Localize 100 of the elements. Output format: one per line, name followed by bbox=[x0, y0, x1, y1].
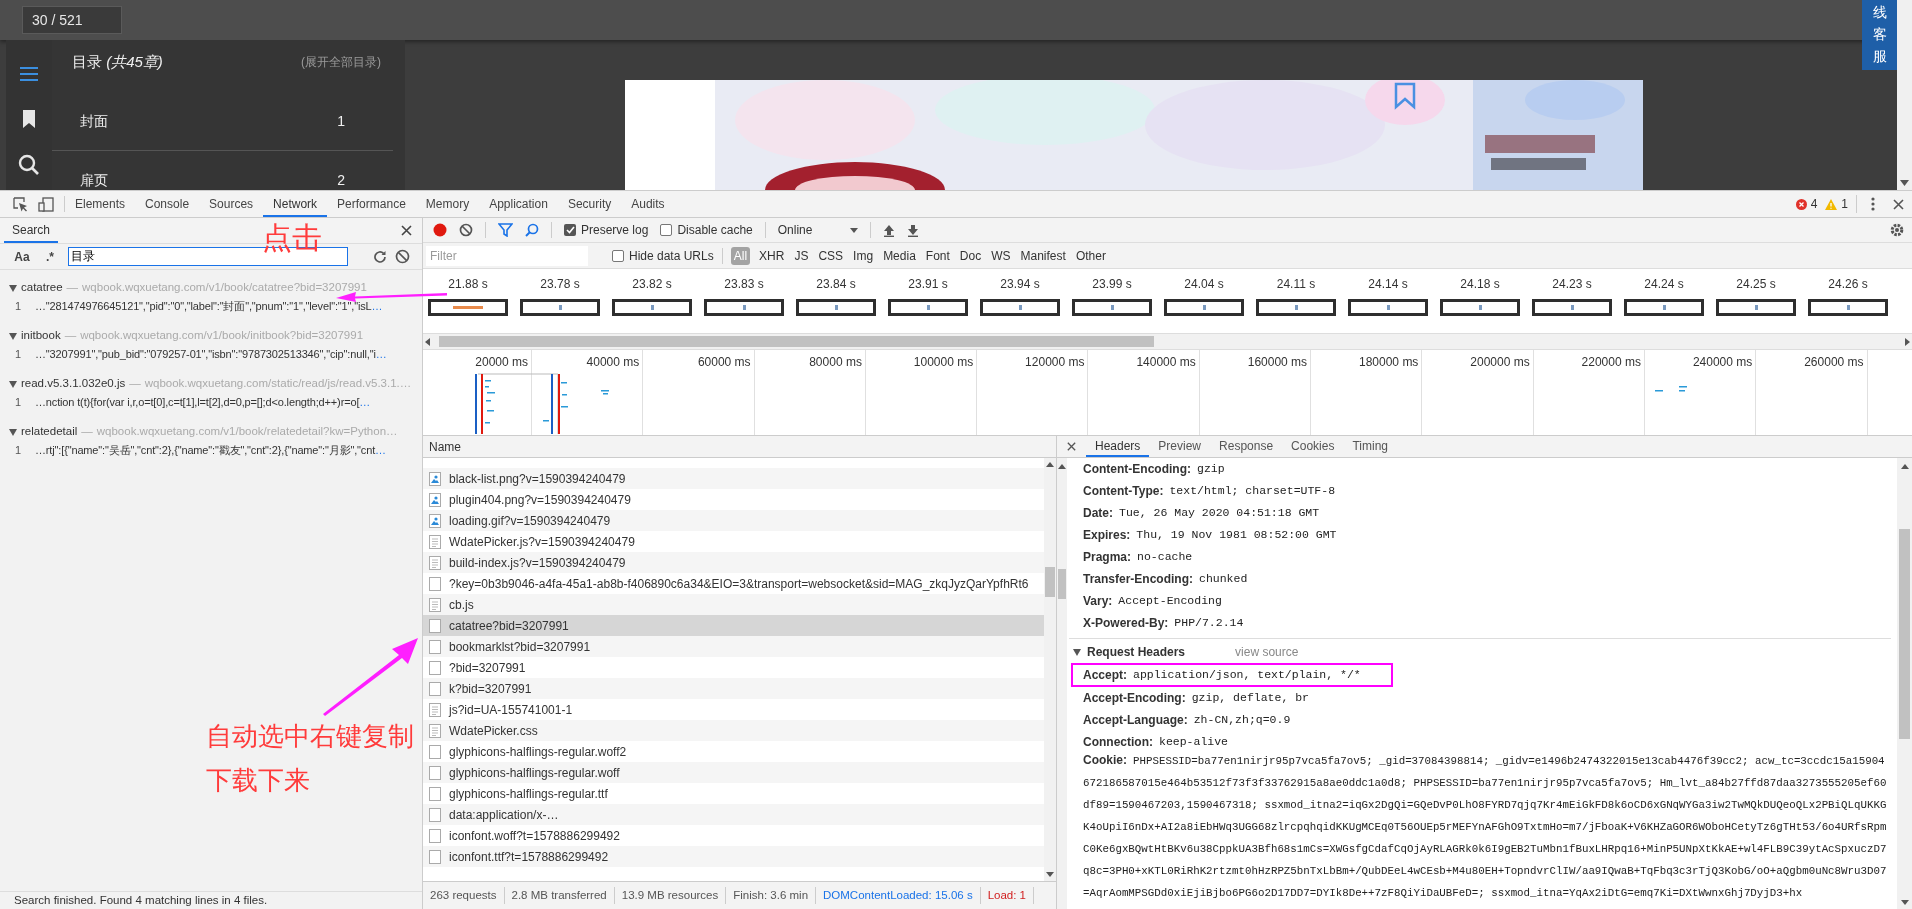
chapter-title[interactable]: 封面 bbox=[80, 110, 108, 132]
type-filter-tab[interactable]: JS bbox=[793, 246, 810, 265]
frame-thumbnail[interactable] bbox=[520, 299, 600, 316]
expand-triangle-icon[interactable] bbox=[9, 284, 17, 292]
frame-thumbnail[interactable] bbox=[1348, 299, 1428, 316]
devtools-tab[interactable]: Performance bbox=[327, 191, 416, 217]
more-link[interactable]: … bbox=[359, 393, 371, 411]
devtools-tab[interactable]: Security bbox=[557, 191, 622, 217]
type-filter-tab[interactable]: Doc bbox=[958, 246, 983, 265]
clear-icon[interactable] bbox=[395, 249, 410, 264]
frame-thumbnail[interactable] bbox=[428, 299, 508, 316]
type-filter-tab[interactable]: XHR bbox=[758, 246, 786, 265]
frame-thumbnail[interactable] bbox=[1808, 299, 1888, 316]
filter-field[interactable]: Filter bbox=[426, 245, 588, 266]
details-tab[interactable]: Preview bbox=[1149, 436, 1211, 457]
devtools-tab[interactable]: Elements bbox=[65, 191, 136, 217]
inspect-icon[interactable] bbox=[13, 196, 28, 212]
filter-icon[interactable] bbox=[498, 223, 513, 237]
type-filter-tab[interactable]: WS bbox=[990, 246, 1012, 265]
request-row[interactable]: data:application/x-… bbox=[423, 804, 1044, 825]
settings-icon[interactable] bbox=[1890, 223, 1904, 237]
match-line[interactable]: …rtj":[{"name":"吴岳","cnt":2},{"name":"戳友","cnt":2},{"name":"月影","cnt bbox=[35, 441, 376, 459]
request-row[interactable]: catatree?bid=3207991 bbox=[423, 615, 1044, 636]
request-row[interactable]: glyphicons-halflings-regular.woff bbox=[423, 762, 1044, 783]
column-header[interactable]: Name bbox=[429, 437, 461, 456]
scroll-down-icon[interactable] bbox=[1900, 180, 1909, 186]
expand-triangle-icon[interactable] bbox=[9, 380, 17, 388]
scroll-down-icon[interactable] bbox=[1046, 872, 1054, 877]
devtools-tab[interactable]: Audits bbox=[621, 191, 675, 217]
search-icon[interactable] bbox=[18, 154, 40, 176]
type-filter-tab[interactable]: Other bbox=[1074, 246, 1107, 265]
type-filter-tab[interactable]: Img bbox=[852, 246, 875, 265]
devtools-tab[interactable]: Sources bbox=[199, 191, 264, 217]
frame-thumbnail[interactable] bbox=[1624, 299, 1704, 316]
close-icon[interactable] bbox=[1893, 198, 1904, 210]
frame-thumbnail[interactable] bbox=[888, 299, 968, 316]
customer-service-tab[interactable]: 线客服 bbox=[1862, 0, 1897, 70]
type-filter-tab[interactable]: CSS bbox=[817, 246, 845, 265]
preserve-log-checkbox[interactable]: Preserve log bbox=[564, 221, 649, 239]
close-icon[interactable] bbox=[1067, 442, 1076, 451]
type-filter-tab[interactable]: Manifest bbox=[1019, 246, 1067, 265]
section-title[interactable]: Request Headers bbox=[1087, 643, 1186, 661]
more-link[interactable]: … bbox=[375, 441, 386, 459]
frame-thumbnail[interactable] bbox=[1532, 299, 1612, 316]
request-row[interactable]: build-index.js?v=1590394240479 bbox=[423, 552, 1044, 573]
chapter-title[interactable]: 扉页 bbox=[80, 169, 108, 190]
export-icon[interactable] bbox=[907, 223, 920, 237]
request-row[interactable]: black-list.png?v=1590394240479 bbox=[423, 468, 1044, 489]
regex-toggle[interactable]: .* bbox=[40, 247, 60, 266]
frame-thumbnail[interactable] bbox=[704, 299, 784, 316]
type-filter-tab[interactable]: Media bbox=[882, 246, 917, 265]
match-case-toggle[interactable]: Aa bbox=[12, 247, 32, 266]
warning-count[interactable]: 1 bbox=[1841, 195, 1857, 213]
menu-icon[interactable] bbox=[18, 64, 40, 84]
record-icon[interactable] bbox=[433, 223, 447, 237]
expand-triangle-icon[interactable] bbox=[9, 332, 17, 340]
throttling-dropdown[interactable]: Online bbox=[777, 221, 859, 239]
details-tab[interactable]: Headers bbox=[1086, 436, 1150, 457]
view-source-link[interactable]: view source bbox=[1235, 643, 1299, 661]
scrollbar-thumb[interactable] bbox=[1058, 569, 1066, 599]
frame-thumbnail[interactable] bbox=[612, 299, 692, 316]
scroll-right-icon[interactable] bbox=[1902, 337, 1912, 346]
scroll-down-icon[interactable] bbox=[1900, 900, 1909, 905]
frame-thumbnail[interactable] bbox=[1256, 299, 1336, 316]
details-tab[interactable]: Cookies bbox=[1282, 436, 1344, 457]
checkbox[interactable] bbox=[564, 224, 576, 236]
match-line[interactable]: …"281474976645121","pid":"0","label":"封面","pnum":"1","level":"1","isL bbox=[35, 297, 372, 315]
expand-triangle-icon[interactable] bbox=[9, 428, 17, 436]
request-row[interactable]: loading.gif?v=1590394240479 bbox=[423, 510, 1044, 531]
frame-thumbnail[interactable] bbox=[1440, 299, 1520, 316]
scrollbar-thumb[interactable] bbox=[439, 336, 1154, 347]
refresh-icon[interactable] bbox=[373, 249, 387, 264]
scroll-left-icon[interactable] bbox=[423, 337, 433, 346]
import-icon[interactable] bbox=[883, 223, 896, 237]
more-link[interactable]: … bbox=[375, 345, 387, 363]
disable-cache-checkbox[interactable]: Disable cache bbox=[660, 221, 753, 239]
more-menu-icon[interactable] bbox=[1871, 197, 1875, 211]
details-tab[interactable]: Response bbox=[1210, 436, 1283, 457]
scrollbar-thumb[interactable] bbox=[1899, 529, 1910, 739]
checkbox[interactable] bbox=[660, 224, 673, 236]
request-row[interactable]: iconfont.ttf?t=1578886299492 bbox=[423, 846, 1044, 867]
scrollbar-thumb[interactable] bbox=[1045, 567, 1055, 597]
match-line[interactable]: …"3207991","pub_bid":"079257-01","isbn":"9787302513346","cip":null,"i bbox=[35, 345, 376, 363]
details-tab[interactable]: Timing bbox=[1343, 436, 1397, 457]
request-row[interactable]: WdatePicker.css bbox=[423, 720, 1044, 741]
request-row[interactable]: cb.js bbox=[423, 594, 1044, 615]
search-tab[interactable]: Search bbox=[4, 218, 59, 243]
result-file-name[interactable]: initbook bbox=[21, 327, 61, 345]
type-filter-tab[interactable]: Font bbox=[924, 246, 951, 265]
match-line[interactable]: …nction t(t){for(var i,r,o=t[0],c=t[1],l=t[2],d=0,p=[];d<o.length;d++)r=o[ bbox=[35, 393, 360, 411]
collapse-triangle-icon[interactable] bbox=[1073, 648, 1081, 656]
devtools-tab[interactable]: Memory bbox=[415, 191, 480, 217]
frame-thumbnail[interactable] bbox=[1072, 299, 1152, 316]
frame-thumbnail[interactable] bbox=[980, 299, 1060, 316]
error-count[interactable]: 4 bbox=[1810, 195, 1818, 213]
bookmark-icon[interactable] bbox=[22, 109, 36, 129]
device-toolbar-icon[interactable] bbox=[38, 196, 54, 212]
expand-all-link[interactable]: (展开全部目录) bbox=[301, 53, 381, 71]
frame-thumbnail[interactable] bbox=[1164, 299, 1244, 316]
result-file-name[interactable]: catatree bbox=[21, 279, 63, 297]
